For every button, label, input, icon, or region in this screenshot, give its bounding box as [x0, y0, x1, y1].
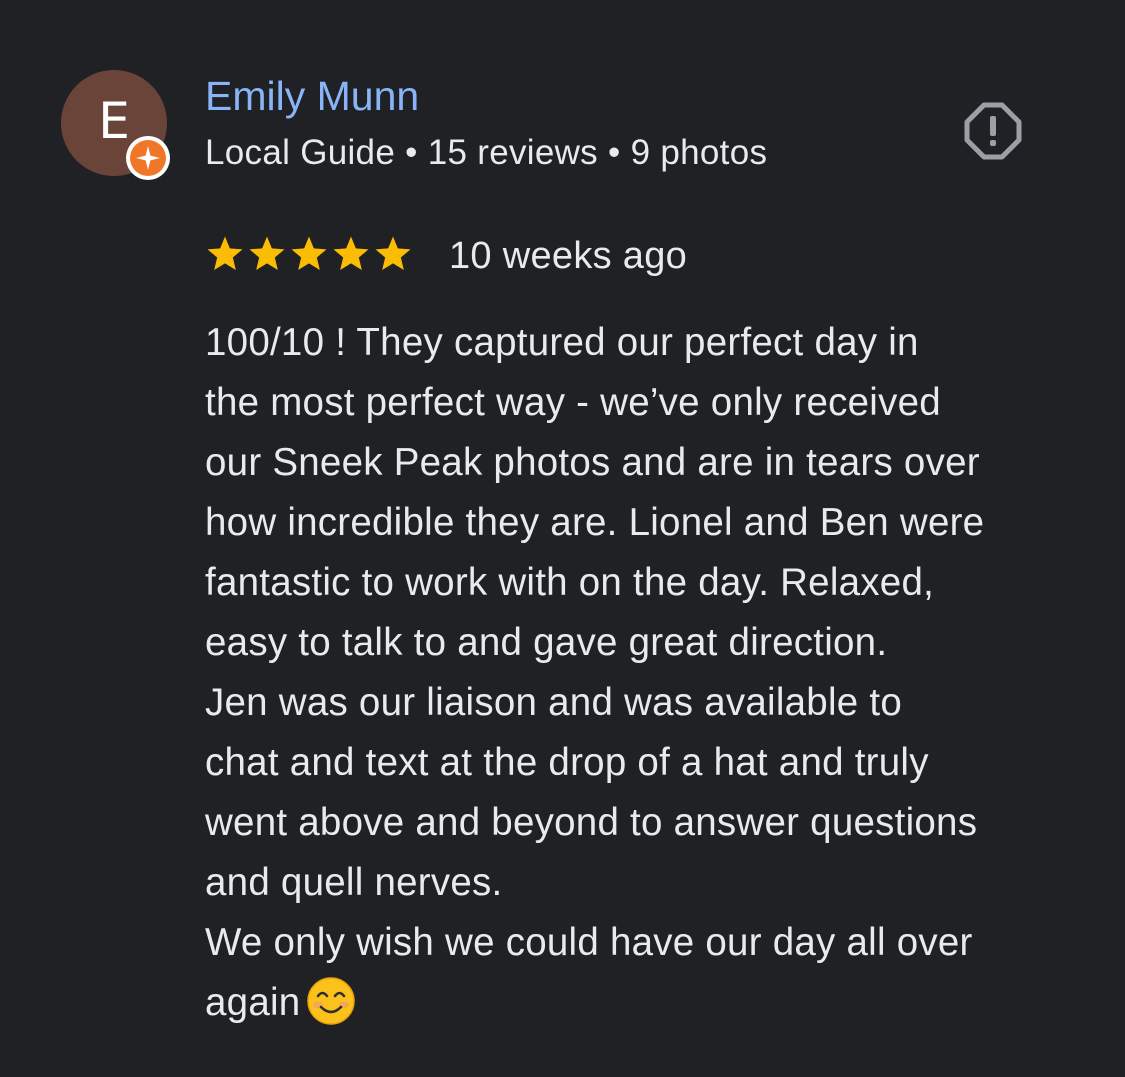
local-guide-badge-icon [126, 136, 170, 180]
review-line: chat and text at the drop of a hat and t… [205, 741, 929, 784]
review-line: We only wish we could have our day all o… [205, 921, 973, 964]
review-line: the most perfect way - we’ve only receiv… [205, 381, 941, 424]
star-filled-icon [207, 236, 243, 270]
review-line: fantastic to work with on the day. Relax… [205, 561, 935, 604]
review-line-last: again [205, 973, 1085, 1033]
smiling-face-emoji [307, 977, 356, 1025]
review-card: E Emily Munn Local Guide • 15 reviews • … [0, 0, 1125, 1077]
avatar-letter: E [98, 92, 130, 150]
review-line: our Sneek Peak photos and are in tears o… [205, 441, 980, 484]
review-line: how incredible they are. Lionel and Ben … [205, 501, 985, 544]
report-button[interactable] [958, 96, 1028, 166]
review-line: easy to talk to and gave great direction… [205, 621, 888, 664]
review-line: went above and beyond to answer question… [205, 801, 978, 844]
star-filled-icon [375, 236, 411, 270]
review-line: and quell nerves. [205, 861, 503, 904]
author-name[interactable]: Emily Munn [205, 72, 419, 121]
review-line: Jen was our liaison and was available to [205, 681, 902, 724]
author-meta: Local Guide • 15 reviews • 9 photos [205, 133, 768, 172]
review-line-text: again [205, 981, 301, 1024]
report-flag-icon [964, 102, 1022, 160]
review-line: 100/10 ! They captured our perfect day i… [205, 321, 919, 364]
star-filled-icon [249, 236, 285, 270]
star-rating [205, 234, 413, 274]
review-text: 100/10 ! They captured our perfect day i… [205, 313, 1085, 1033]
star-filled-icon [333, 236, 369, 270]
review-time: 10 weeks ago [449, 235, 688, 277]
star-filled-icon [291, 236, 327, 270]
